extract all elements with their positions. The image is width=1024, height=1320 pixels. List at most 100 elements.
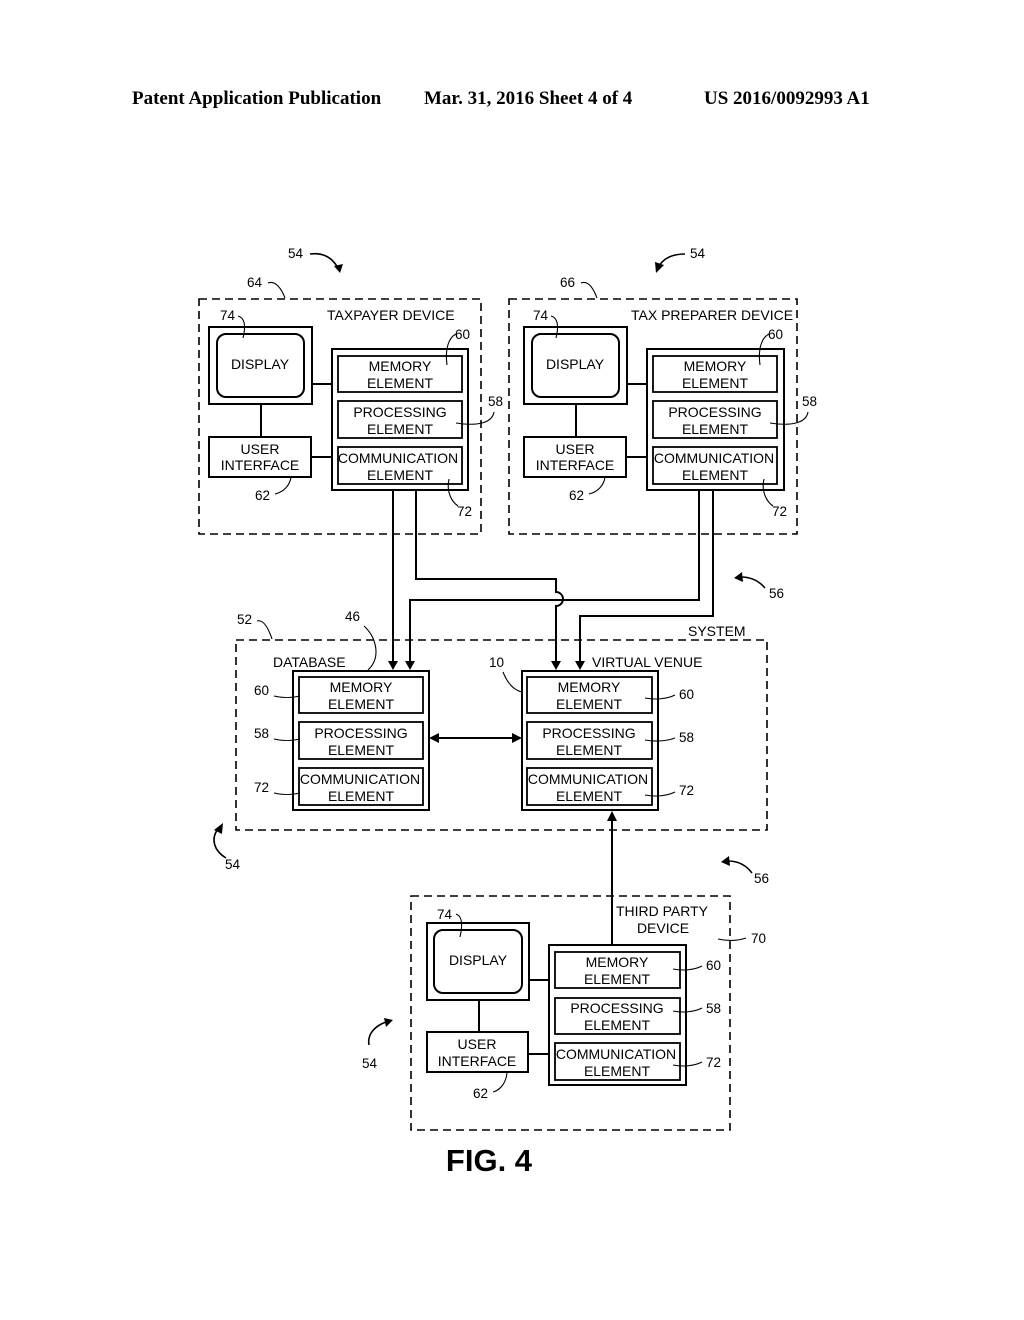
system: SYSTEM 52 DATABASE 46 MEMORY ELEMENT PRO… <box>213 609 768 872</box>
taxpayer-communication-line1: COMMUNICATION <box>338 450 458 466</box>
third-party-to-venue-arrowhead <box>607 811 617 821</box>
system-ref-leader <box>256 620 273 640</box>
preparer-to-database-link <box>409 490 700 662</box>
taxpayer-memory-line2: ELEMENT <box>367 375 434 391</box>
preparer-communication-ref: 72 <box>772 504 787 519</box>
database-processing-line2: ELEMENT <box>328 742 395 758</box>
venue-ref: 10 <box>489 655 504 670</box>
database-venue-arrowhead-left <box>429 733 439 743</box>
third-party-ui-line1: USER <box>458 1036 497 1052</box>
preparer-processing-line2: ELEMENT <box>682 421 749 437</box>
taxpayer-ui-leader <box>274 476 292 495</box>
network-connections: 56 <box>388 490 784 670</box>
network-arrow-upper <box>740 576 766 589</box>
taxpayer-ui-line1: USER <box>241 441 280 457</box>
preparer-ref-leader <box>580 281 598 299</box>
taxpayer-device-title: TAXPAYER DEVICE <box>327 307 455 323</box>
third-party-ref-leader <box>717 937 747 941</box>
taxpayer-processing-line2: ELEMENT <box>367 421 434 437</box>
figure-4-diagram: TAXPAYER DEVICE 64 54 DISPLAY 74 USER IN… <box>198 246 817 1178</box>
third-party-display-ref: 74 <box>437 907 453 922</box>
taxpayer-ref-label: 64 <box>247 275 263 290</box>
system-group-arrow <box>213 828 227 859</box>
taxpayer-to-venue-link <box>415 490 564 662</box>
third-party-memory-line2: ELEMENT <box>584 971 651 987</box>
preparer-processing-ref: 58 <box>802 394 817 409</box>
taxpayer-ui-ref: 62 <box>255 488 270 503</box>
preparer-group-arrow <box>658 253 686 267</box>
venue-communication-ref: 72 <box>679 783 694 798</box>
third-party-ui-leader <box>492 1072 508 1093</box>
network-arrowhead-lower <box>721 856 730 866</box>
preparer-ui-ref: 62 <box>569 488 584 503</box>
venue-processing-ref: 58 <box>679 730 694 745</box>
database-venue-arrowhead-right <box>512 733 522 743</box>
database-communication-line1: COMMUNICATION <box>300 771 420 787</box>
taxpayer-ref-leader <box>267 281 286 299</box>
network-ref-upper: 56 <box>769 586 784 601</box>
taxpayer-group-arrowhead <box>334 264 343 273</box>
system-ref: 52 <box>237 612 252 627</box>
venue-memory-ref: 60 <box>679 687 694 702</box>
venue-communication-line1: COMMUNICATION <box>528 771 648 787</box>
preparer-ref-label: 66 <box>560 275 575 290</box>
preparer-group-ref: 54 <box>690 246 706 261</box>
taxpayer-processing-line1: PROCESSING <box>353 404 446 420</box>
venue-processing-line1: PROCESSING <box>542 725 635 741</box>
preparer-communication-line1: COMMUNICATION <box>654 450 774 466</box>
preparer-display-label: DISPLAY <box>546 356 605 372</box>
database-processing-ref: 58 <box>254 726 269 741</box>
preparer-memory-ref: 60 <box>768 327 783 342</box>
network-arrowhead-upper <box>734 572 743 582</box>
preparer-communication-line2: ELEMENT <box>682 467 749 483</box>
preparer-memory-line1: MEMORY <box>684 358 747 374</box>
venue-memory-line2: ELEMENT <box>556 696 623 712</box>
database-memory-line1: MEMORY <box>330 679 393 695</box>
third-party-processing-ref: 58 <box>706 1001 721 1016</box>
preparer-device-title: TAX PREPARER DEVICE <box>631 307 793 323</box>
database-communication-ref: 72 <box>254 780 269 795</box>
taxpayer-group-ref: 54 <box>288 246 304 261</box>
taxpayer-display-ref: 74 <box>220 308 236 323</box>
preparer-group-arrowhead <box>655 262 664 273</box>
taxpayer-to-database-arrowhead <box>388 661 398 670</box>
taxpayer-device: TAXPAYER DEVICE 64 54 DISPLAY 74 USER IN… <box>198 246 503 535</box>
preparer-ui-leader <box>588 476 606 495</box>
tax-preparer-device: TAX PREPARER DEVICE 66 54 DISPLAY 74 USE… <box>508 246 817 535</box>
taxpayer-to-venue-arrowhead <box>551 661 561 670</box>
system-title: SYSTEM <box>688 623 746 639</box>
third-party-ui-line2: INTERFACE <box>438 1053 517 1069</box>
preparer-ui-line2: INTERFACE <box>536 457 615 473</box>
taxpayer-communication-ref: 72 <box>457 504 472 519</box>
taxpayer-display-label: DISPLAY <box>231 356 290 372</box>
network-ref-lower: 56 <box>754 871 769 886</box>
taxpayer-ui-line2: INTERFACE <box>221 457 300 473</box>
venue-title: VIRTUAL VENUE <box>592 654 702 670</box>
third-party-group-arrowhead <box>384 1018 393 1027</box>
network-arrow-lower <box>727 860 753 874</box>
taxpayer-communication-line2: ELEMENT <box>367 467 434 483</box>
preparer-to-database-arrowhead <box>405 661 415 670</box>
third-party-memory-line1: MEMORY <box>586 954 649 970</box>
third-party-communication-line1: COMMUNICATION <box>556 1046 676 1062</box>
system-group-ref: 54 <box>225 857 241 872</box>
database-ref-leader <box>363 625 377 671</box>
database-communication-line2: ELEMENT <box>328 788 395 804</box>
venue-ref-leader <box>502 671 523 693</box>
preparer-processing-line1: PROCESSING <box>668 404 761 420</box>
preparer-to-venue-arrowhead <box>575 661 585 670</box>
taxpayer-memory-ref: 60 <box>455 327 470 342</box>
third-party-processing-line2: ELEMENT <box>584 1017 651 1033</box>
third-party-group-ref: 54 <box>362 1056 378 1071</box>
taxpayer-memory-line1: MEMORY <box>369 358 432 374</box>
third-party-ui-ref: 62 <box>473 1086 488 1101</box>
venue-communication-line2: ELEMENT <box>556 788 623 804</box>
third-party-device: THIRD PARTY DEVICE 70 DISPLAY 74 USER IN… <box>362 895 766 1131</box>
figure-label: FIG. 4 <box>446 1143 533 1178</box>
third-party-memory-ref: 60 <box>706 958 721 973</box>
third-party-processing-line1: PROCESSING <box>570 1000 663 1016</box>
database-title: DATABASE <box>273 654 346 670</box>
third-party-communication-ref: 72 <box>706 1055 721 1070</box>
third-party-title-line2: DEVICE <box>637 920 689 936</box>
preparer-display-ref: 74 <box>533 308 549 323</box>
